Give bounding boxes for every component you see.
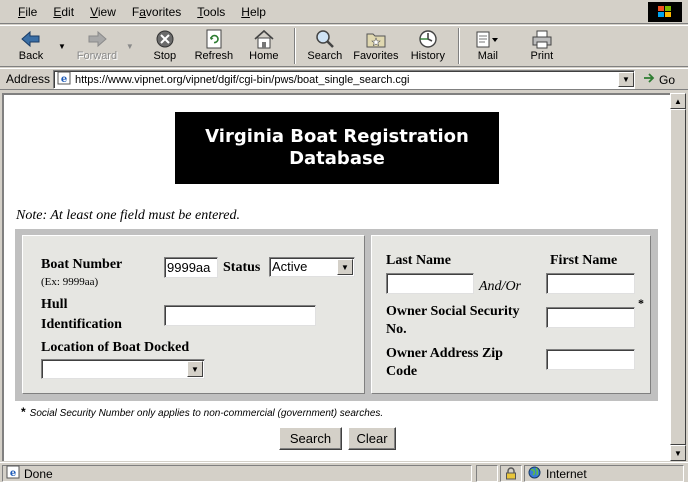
search-button-toolbar[interactable]: Search [302,26,348,66]
and-or-label: And/Or [479,279,521,294]
page-title-line-2: Database [289,148,385,169]
back-arrow-icon [20,28,42,50]
forward-dropdown-icon[interactable]: ▼ [126,42,134,51]
status-label: Status [223,260,261,275]
go-button[interactable]: Go [642,72,675,87]
menu-view[interactable]: View [82,5,124,19]
owner-fields-panel: Last Name First Name And/Or Owner Social… [371,235,651,394]
last-name-input[interactable] [386,273,474,294]
go-arrow-icon [642,72,656,87]
refresh-button[interactable]: Refresh [188,26,240,66]
mail-icon [475,28,501,50]
status-bar: e Done Internet [0,462,688,482]
svg-text:e: e [61,74,67,85]
status-pane-empty-1 [476,465,498,482]
page-done-icon: e [6,465,20,482]
home-button[interactable]: Home [240,26,288,66]
scroll-thumb[interactable] [670,109,686,445]
boat-number-example: (Ex: 9999aa) [41,276,99,288]
status-dropdown-icon[interactable]: ▼ [337,259,353,275]
favorites-button[interactable]: Favorites [348,26,404,66]
address-bar: Address e https://www.vipnet.org/vipnet/… [0,68,688,90]
search-button[interactable]: Search [279,427,342,450]
status-select[interactable]: Active ▼ [269,257,355,277]
status-text-pane: e Done [2,465,472,482]
last-name-label: Last Name [386,253,451,268]
mail-button[interactable]: Mail [466,26,510,66]
location-dropdown-icon[interactable]: ▼ [187,361,203,377]
menu-help[interactable]: Help [233,5,274,19]
toolbar-separator [293,28,296,64]
ssn-input[interactable] [546,307,635,328]
print-button[interactable]: Print [520,26,564,66]
address-url: https://www.vipnet.org/vipnet/dgif/cgi-b… [75,73,410,86]
back-dropdown-icon[interactable]: ▼ [58,42,66,51]
clear-button[interactable]: Clear [348,427,396,450]
forward-button[interactable]: Forward [70,26,124,66]
page-title-banner: Virginia Boat Registration Database [175,112,499,184]
internet-globe-icon [528,466,541,482]
boat-number-input[interactable] [164,257,218,278]
stop-icon [155,28,175,50]
hull-label-line-2: Identification [41,317,122,332]
menu-tools[interactable]: Tools [189,5,233,19]
search-form: Boat Number (Ex: 9999aa) Status Active ▼… [15,229,658,401]
svg-text:e: e [10,468,16,479]
first-name-label: First Name [550,253,618,268]
stop-button[interactable]: Stop [142,26,188,66]
menu-file[interactable]: File [10,5,45,19]
refresh-icon [205,28,223,50]
address-input[interactable]: e https://www.vipnet.org/vipnet/dgif/cgi… [53,70,635,89]
zip-label-line-1: Owner Address Zip [386,346,503,361]
boat-number-label: Boat Number [41,257,123,272]
address-label: Address [6,72,51,86]
ssn-label-line-2: No. [386,322,407,337]
scroll-down-icon[interactable]: ▼ [670,445,686,461]
search-icon [314,28,336,50]
zip-label-line-2: Code [386,364,418,379]
history-clock-icon [417,28,439,50]
location-select[interactable]: ▼ [41,359,205,379]
home-icon [253,28,275,50]
ssn-footnote: * Social Security Number only applies to … [21,405,384,419]
scroll-up-icon[interactable]: ▲ [670,93,686,109]
windows-logo-icon [648,2,682,22]
printer-icon [531,28,553,50]
ssn-asterisk: * [638,296,644,310]
toolbar: Back ▼ Forward ▼ Stop Refresh Home Searc… [0,25,688,67]
required-note: Note: At least one field must be entered… [16,208,240,223]
zone-pane: Internet [524,465,684,482]
toolbar-separator [457,28,460,64]
secure-lock-icon [500,465,522,482]
hull-label-line-1: Hull [41,297,68,312]
first-name-input[interactable] [546,273,635,294]
forward-arrow-icon [86,28,108,50]
hull-identification-input[interactable] [164,305,316,326]
menu-bar: File Edit View Favorites Tools Help [0,0,688,24]
ie-page-icon: e [57,71,71,88]
back-button[interactable]: Back [6,26,56,66]
menu-favorites[interactable]: Favorites [124,5,189,19]
page-title-line-1: Virginia Boat Registration [205,126,469,147]
page-viewport: Virginia Boat Registration Database Note… [2,93,670,461]
boat-fields-panel: Boat Number (Ex: 9999aa) Status Active ▼… [22,235,365,394]
location-label: Location of Boat Docked [41,340,190,355]
address-dropdown-icon[interactable]: ▼ [618,72,634,87]
ssn-label-line-1: Owner Social Security [386,304,520,319]
vertical-scrollbar[interactable]: ▲ ▼ [670,93,686,461]
zip-code-input[interactable] [546,349,635,370]
history-button[interactable]: History [404,26,452,66]
favorites-folder-icon [365,28,387,50]
menu-edit[interactable]: Edit [45,5,82,19]
